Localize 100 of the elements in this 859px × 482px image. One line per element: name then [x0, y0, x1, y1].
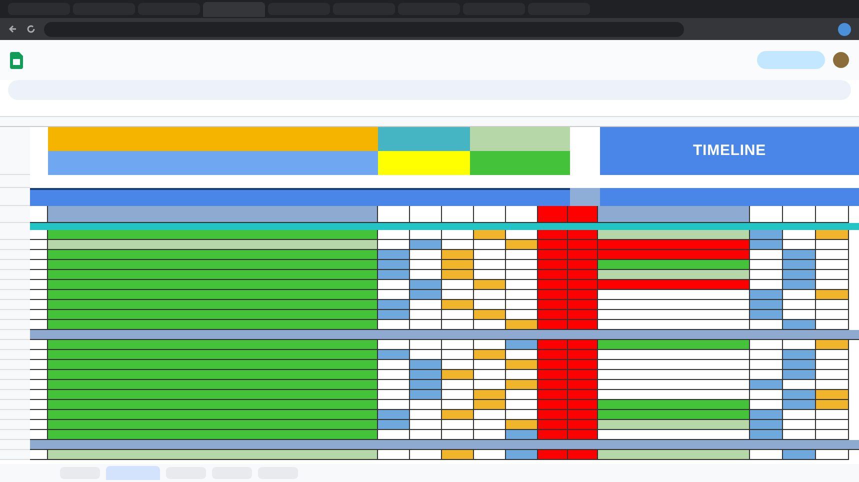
blocked-cell [538, 280, 568, 290]
row-header [0, 390, 30, 400]
blocked-cell [568, 410, 598, 420]
row-header [0, 330, 30, 340]
column-heading [474, 206, 506, 223]
row-header [0, 410, 30, 420]
blocked-cell [568, 340, 598, 350]
row-header [0, 340, 30, 350]
blocked-cell [538, 230, 568, 240]
blocked-cell [568, 370, 598, 380]
table-cell [30, 240, 48, 250]
blocked-cell [568, 290, 598, 300]
blocked-cell [538, 340, 568, 350]
blocked-cell [568, 270, 598, 280]
blocked-cell [568, 350, 598, 360]
row-header [0, 380, 30, 390]
blocked-cell [568, 240, 598, 250]
table-cell [30, 290, 48, 300]
row-header [0, 320, 30, 330]
back-icon[interactable] [8, 24, 18, 34]
blocked-cell [538, 360, 568, 370]
table-cell [30, 390, 48, 400]
table-cell [30, 310, 48, 320]
blocked-cell [538, 250, 568, 260]
row-header [0, 430, 30, 440]
table-cell [30, 270, 48, 280]
table-cell [30, 320, 48, 330]
blocked-cell [568, 360, 598, 370]
table-cell [30, 206, 48, 223]
row-header [0, 300, 30, 310]
table-cell [570, 188, 600, 206]
column-heading [816, 206, 849, 223]
blocked-cell [568, 450, 598, 460]
table-cell [30, 340, 48, 350]
table-cell [30, 350, 48, 360]
row-header [0, 420, 30, 430]
sheet-tab[interactable] [106, 466, 160, 480]
blocked-cell [568, 250, 598, 260]
table-cell [30, 380, 48, 390]
row-header [0, 400, 30, 410]
timeline-title: TIMELINE [600, 127, 859, 175]
column-heading [783, 206, 816, 223]
blocked-cell [568, 380, 598, 390]
row-header [0, 440, 30, 450]
row-header [0, 250, 30, 260]
row-header [0, 188, 30, 206]
table-cell [30, 400, 48, 410]
reload-icon[interactable] [26, 24, 36, 34]
row-header [0, 360, 30, 370]
row-header [0, 370, 30, 380]
column-heading [442, 206, 474, 223]
table-cell [30, 370, 48, 380]
avatar-icon[interactable] [833, 52, 849, 68]
table-cell [30, 410, 48, 420]
blocked-cell [538, 390, 568, 400]
row-header [0, 290, 30, 300]
blocked-cell [568, 230, 598, 240]
table-cell [30, 450, 48, 460]
blocked-cell [568, 310, 598, 320]
column-heading [410, 206, 442, 223]
column-heading [538, 206, 568, 223]
blocked-cell [538, 310, 568, 320]
blocked-cell [538, 260, 568, 270]
blocked-cell [538, 400, 568, 410]
blocked-cell [538, 420, 568, 430]
row-header [0, 450, 30, 460]
share-button[interactable] [757, 51, 825, 69]
blocked-cell [568, 260, 598, 270]
blocked-cell [538, 450, 568, 460]
row-header [0, 240, 30, 250]
blocked-cell [538, 350, 568, 360]
row-header [0, 260, 30, 270]
blocked-cell [568, 320, 598, 330]
blocked-cell [538, 430, 568, 440]
blocked-cell [538, 290, 568, 300]
blocked-cell [538, 410, 568, 420]
blocked-cell [568, 280, 598, 290]
blocked-cell [568, 400, 598, 410]
table-cell [30, 430, 48, 440]
row-header [0, 280, 30, 290]
blocked-cell [538, 380, 568, 390]
blocked-cell [568, 420, 598, 430]
row-header [0, 270, 30, 280]
row-header [0, 310, 30, 320]
table-cell [30, 230, 48, 240]
blocked-cell [538, 300, 568, 310]
avatar-icon[interactable] [838, 22, 851, 36]
table-cell [30, 300, 48, 310]
spreadsheet-icon[interactable] [10, 52, 23, 68]
blocked-cell [538, 240, 568, 250]
column-heading [506, 206, 538, 223]
table-cell [30, 280, 48, 290]
blocked-cell [538, 320, 568, 330]
row-header [0, 230, 30, 240]
table-cell [30, 420, 48, 430]
blocked-cell [568, 430, 598, 440]
blocked-cell [568, 390, 598, 400]
blocked-cell [538, 370, 568, 380]
table-cell [30, 250, 48, 260]
row-header [0, 350, 30, 360]
